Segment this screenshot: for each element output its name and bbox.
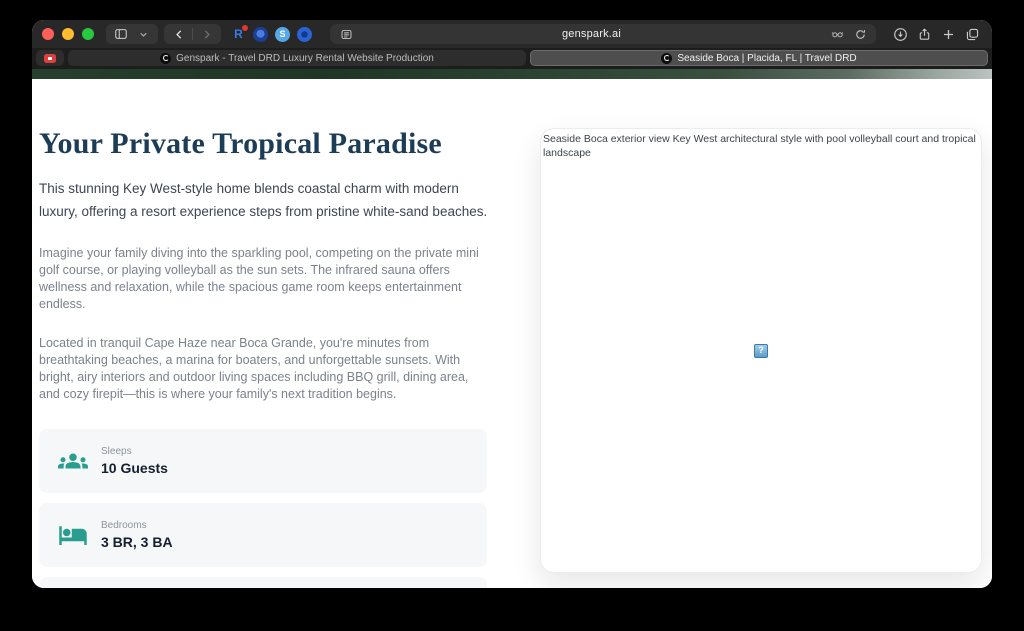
- feature-card-beach: Beach Minutes Away: [39, 577, 487, 588]
- new-tab-icon[interactable]: [938, 24, 958, 44]
- page-title: Your Private Tropical Paradise: [39, 126, 491, 162]
- genspark-favicon: [160, 53, 171, 64]
- tab-seaside-boca[interactable]: Seaside Boca | Placida, FL | Travel DRD: [530, 50, 988, 66]
- feature-text: Bedrooms 3 BR, 3 BA: [101, 520, 173, 550]
- url-text: genspark.ai: [355, 28, 828, 40]
- notification-badge: [242, 25, 248, 31]
- reload-icon[interactable]: [851, 25, 869, 43]
- gear-extension-icon[interactable]: [297, 27, 312, 42]
- tab-bar: Genspark - Travel DRD Luxury Rental Webs…: [32, 48, 992, 69]
- intro-paragraph: This stunning Key West-style home blends…: [39, 177, 491, 223]
- reader-icon[interactable]: [337, 25, 355, 43]
- people-icon: [58, 446, 88, 476]
- back-button[interactable]: [170, 25, 188, 43]
- chevron-down-icon: [134, 25, 152, 43]
- genspark-favicon: [661, 53, 672, 64]
- page-content: Your Private Tropical Paradise This stun…: [32, 79, 992, 588]
- feature-value: 3 BR, 3 BA: [101, 534, 173, 550]
- browser-window: R S genspark.ai: [32, 20, 992, 588]
- feature-card-sleeps: Sleeps 10 Guests: [39, 429, 487, 493]
- window-controls: [42, 28, 94, 40]
- zoom-button[interactable]: [82, 28, 94, 40]
- feature-card-bedrooms: Bedrooms 3 BR, 3 BA: [39, 503, 487, 567]
- forward-button[interactable]: [197, 25, 215, 43]
- amenities-paragraph: Imagine your family diving into the spar…: [39, 245, 491, 313]
- property-image-broken[interactable]: Seaside Boca exterior view Key West arch…: [540, 128, 982, 573]
- browser-titlebar: R S genspark.ai: [32, 20, 992, 48]
- translate-icon[interactable]: [828, 25, 846, 43]
- feature-value: 10 Guests: [101, 460, 168, 476]
- nav-buttons: [164, 24, 221, 44]
- youtube-icon: [44, 54, 56, 63]
- r-extension-icon[interactable]: R: [231, 27, 246, 42]
- sidebar-toggle[interactable]: [106, 24, 158, 44]
- tab-label: Genspark - Travel DRD Luxury Rental Webs…: [176, 53, 434, 64]
- pinned-tab-youtube[interactable]: [36, 50, 64, 66]
- close-button[interactable]: [42, 28, 54, 40]
- sidebar-icon: [112, 25, 130, 43]
- extension-icons: R S: [231, 27, 312, 42]
- broken-image-icon: ?: [754, 344, 768, 358]
- feature-label: Sleeps: [101, 446, 168, 457]
- titlebar-right-controls: [890, 24, 982, 44]
- address-bar[interactable]: genspark.ai: [330, 24, 876, 44]
- divider: [192, 28, 193, 40]
- bed-icon: [58, 520, 88, 550]
- s-extension-icon[interactable]: S: [275, 27, 290, 42]
- addressbar-actions: [828, 25, 869, 43]
- tab-overview-icon[interactable]: [962, 24, 982, 44]
- share-icon[interactable]: [914, 24, 934, 44]
- description-column: Your Private Tropical Paradise This stun…: [39, 126, 491, 588]
- feature-text: Sleeps 10 Guests: [101, 446, 168, 476]
- location-paragraph: Located in tranquil Cape Haze near Boca …: [39, 335, 491, 403]
- feature-label: Bedrooms: [101, 520, 173, 531]
- image-alt-text: Seaside Boca exterior view Key West arch…: [541, 129, 981, 160]
- tab-genspark-production[interactable]: Genspark - Travel DRD Luxury Rental Webs…: [68, 50, 526, 66]
- downloads-icon[interactable]: [890, 24, 910, 44]
- feature-cards: Sleeps 10 Guests Bedrooms 3 BR, 3 BA: [39, 429, 491, 588]
- minimize-button[interactable]: [62, 28, 74, 40]
- tab-label: Seaside Boca | Placida, FL | Travel DRD: [677, 53, 856, 64]
- hero-image-edge: [32, 69, 992, 79]
- shield-extension-icon[interactable]: [253, 27, 268, 42]
